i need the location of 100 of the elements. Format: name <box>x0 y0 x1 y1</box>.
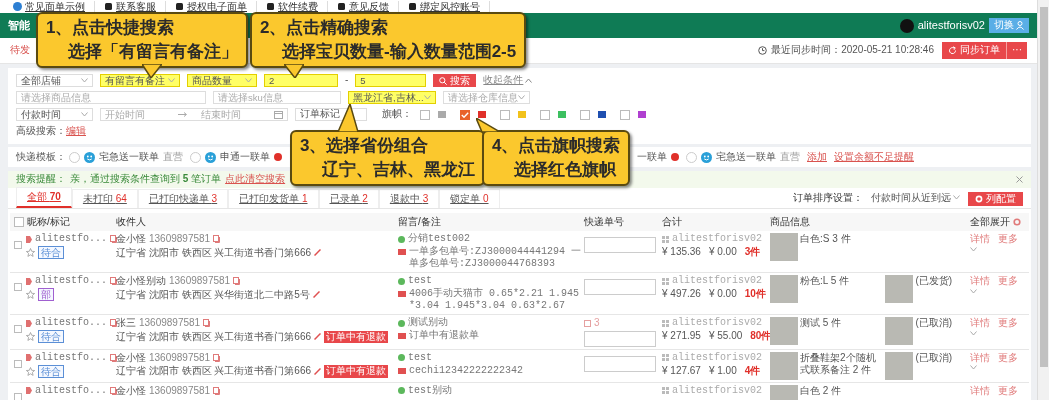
goods-info: 白色:S 3 件 <box>800 233 851 246</box>
shipping-status: (已发货) <box>915 275 953 288</box>
nickname: alitestfo... <box>35 317 107 329</box>
nickname: alitestfo... <box>35 275 107 287</box>
order-tab[interactable]: 未打印 64 <box>71 188 138 208</box>
date-range-field[interactable]: 开始时间 结束时间 <box>100 108 288 121</box>
more-button[interactable]: ··· <box>1006 42 1027 59</box>
callout-text: 辽宁、吉林、黑龙江 <box>321 159 475 181</box>
column-header: 收件人 <box>116 215 146 229</box>
input-field[interactable]: 请选择sku信息 <box>213 91 341 104</box>
order-tab[interactable]: 已打印发货单 1 <box>228 188 319 208</box>
shop-name: alitestforisv02 <box>672 384 762 397</box>
shop-name: alitestforisv02 <box>672 275 762 287</box>
end-date-field[interactable]: 结束时间 <box>200 109 261 120</box>
dropdown[interactable]: 全部店铺 <box>16 74 93 87</box>
search-button[interactable]: 搜索 <box>433 74 477 87</box>
order-tag: 待合 <box>38 364 64 378</box>
item-quantity: 80件 <box>750 330 772 343</box>
seller-note: 4006手动天猫市 0.65*2.21 1.945*3.04 1.945*3.04 0.63*2.67 <box>409 288 581 312</box>
action-link[interactable]: 更多 <box>998 317 1018 330</box>
buyer-message: test <box>408 351 432 364</box>
discount-amount: ¥ 0.00 <box>708 288 737 301</box>
action-link[interactable]: 详情 <box>970 275 990 288</box>
edit-link[interactable]: 编辑 <box>66 125 86 138</box>
order-tag: 待合 <box>38 246 64 259</box>
phone-number: 13609897581 <box>139 317 201 330</box>
sync-orders-button[interactable]: 同步订单 <box>942 42 1006 59</box>
goods-info: 测试 5 件 <box>800 317 842 330</box>
collapse-link[interactable]: 收起条件 <box>483 74 533 87</box>
callout-text: 选择「有留言有备注」 <box>67 41 238 63</box>
nickname: alitestfo... <box>35 351 107 364</box>
dropdown[interactable]: 付款时间 <box>16 108 93 121</box>
dropdown[interactable]: 黑龙江省,吉林... <box>348 91 436 104</box>
action-link[interactable]: 详情 <box>970 384 990 397</box>
buyer-message: 测试别动 <box>408 317 448 329</box>
order-tab[interactable]: 已录单 2 <box>318 188 379 208</box>
callout-text: 选择红色旗帜 <box>513 159 617 181</box>
action-link[interactable]: 详情 <box>970 317 990 330</box>
action-link[interactable]: 详情 <box>970 351 990 364</box>
action-link[interactable]: 更多 <box>998 275 1018 288</box>
clear-search-link[interactable]: 点此清空搜索 <box>225 173 286 186</box>
address: 辽宁省 沈阳市 铁西区 兴工街道书香门第666 <box>116 365 312 378</box>
template-label: 快递模板： <box>16 150 66 164</box>
input-field[interactable]: 请选择商品信息 <box>16 91 206 104</box>
order-tab[interactable]: 已打印快递单 3 <box>137 188 229 208</box>
callout-text: 1、点击快捷搜索 <box>46 17 176 39</box>
template-name: 一联单 <box>637 150 667 164</box>
callout-text: 3、选择省份组合 <box>300 135 430 157</box>
phone-number: 13609897581 <box>149 384 211 397</box>
dropdown[interactable]: 商品数量 <box>187 74 257 87</box>
goods-info: 白色 2 件 <box>800 384 842 397</box>
seller-note: cechi12342222222342 <box>409 364 524 377</box>
column-header: 合计 <box>662 215 682 229</box>
action-link[interactable]: 更多 <box>998 384 1018 397</box>
template-link[interactable]: 添加 <box>807 150 827 164</box>
template-name: 申通一联单 <box>220 150 270 164</box>
page-tab[interactable]: 待发 <box>10 44 30 57</box>
buyer-message: test别动 <box>408 384 452 397</box>
receiver-name: 金小怪 <box>116 233 146 246</box>
link-label: 意见反馈 <box>349 0 389 13</box>
item-quantity: 3件 <box>744 246 761 259</box>
flag-label: 旗帜： <box>382 108 412 121</box>
switch-button[interactable]: 切换 <box>989 18 1029 33</box>
order-tab[interactable]: 锁定单 0 <box>439 188 500 208</box>
receiver-name: 张三 <box>116 317 136 330</box>
item-quantity: 10件 <box>744 288 766 301</box>
column-header: 全部展开 <box>970 215 1010 229</box>
address: 辽宁省 沈阳市 铁西区 兴华街道北二中路5号 <box>116 288 310 301</box>
order-tab[interactable]: 全部 70 <box>16 186 72 208</box>
total-amount: ¥ 135.36 <box>662 246 701 259</box>
buyer-message: 分销test002 <box>408 233 470 245</box>
refund-badge: 订单中有退款 <box>324 365 389 378</box>
column-header: 快递单号 <box>584 215 624 229</box>
action-link[interactable]: 更多 <box>998 233 1018 246</box>
shop-name: alitestforisv02 <box>672 317 762 329</box>
total-amount: ¥ 497.26 <box>662 288 701 301</box>
input-field[interactable]: 5 <box>355 74 427 87</box>
address: 辽宁省 沈阳市 铁西区 兴工街道书香门第666 <box>116 246 312 259</box>
start-date-field[interactable]: 开始时间 <box>105 109 165 120</box>
seller-note: 订单中有退款单 <box>409 330 479 342</box>
receiver-name: 金小怪 <box>116 351 146 364</box>
input-field[interactable]: 2 <box>264 74 338 87</box>
hint-message: 亲，通过搜索条件查询到 5 笔订单 <box>70 173 222 186</box>
order-tab[interactable]: 退款中 3 <box>378 188 440 208</box>
order-tag: 待合 <box>38 330 64 343</box>
user-name: alitestforisv02 <box>917 18 985 33</box>
action-link[interactable]: 更多 <box>998 351 1018 364</box>
receiver-name: 金小怪 <box>116 384 146 397</box>
template-link[interactable]: 设置余额不足提醒 <box>834 150 914 164</box>
column-config-button[interactable]: 列配置 <box>968 191 1023 206</box>
sort-label: 订单排序设置： <box>793 191 863 204</box>
action-link[interactable]: 详情 <box>970 233 990 246</box>
dropdown[interactable]: 请选择仓库信息 <box>442 91 530 104</box>
express-count: 3 <box>594 317 600 330</box>
link-label: 常见面单示例 <box>25 0 85 13</box>
hint-label: 搜索提醒： <box>16 173 66 186</box>
item-quantity: 4件 <box>744 364 761 377</box>
nickname: alitestfo... <box>35 384 107 397</box>
sync-time: 最近同步时间：2020-05-21 10:28:46 <box>771 44 934 57</box>
sort-dropdown[interactable]: 付款时间从近到远 <box>871 191 960 204</box>
